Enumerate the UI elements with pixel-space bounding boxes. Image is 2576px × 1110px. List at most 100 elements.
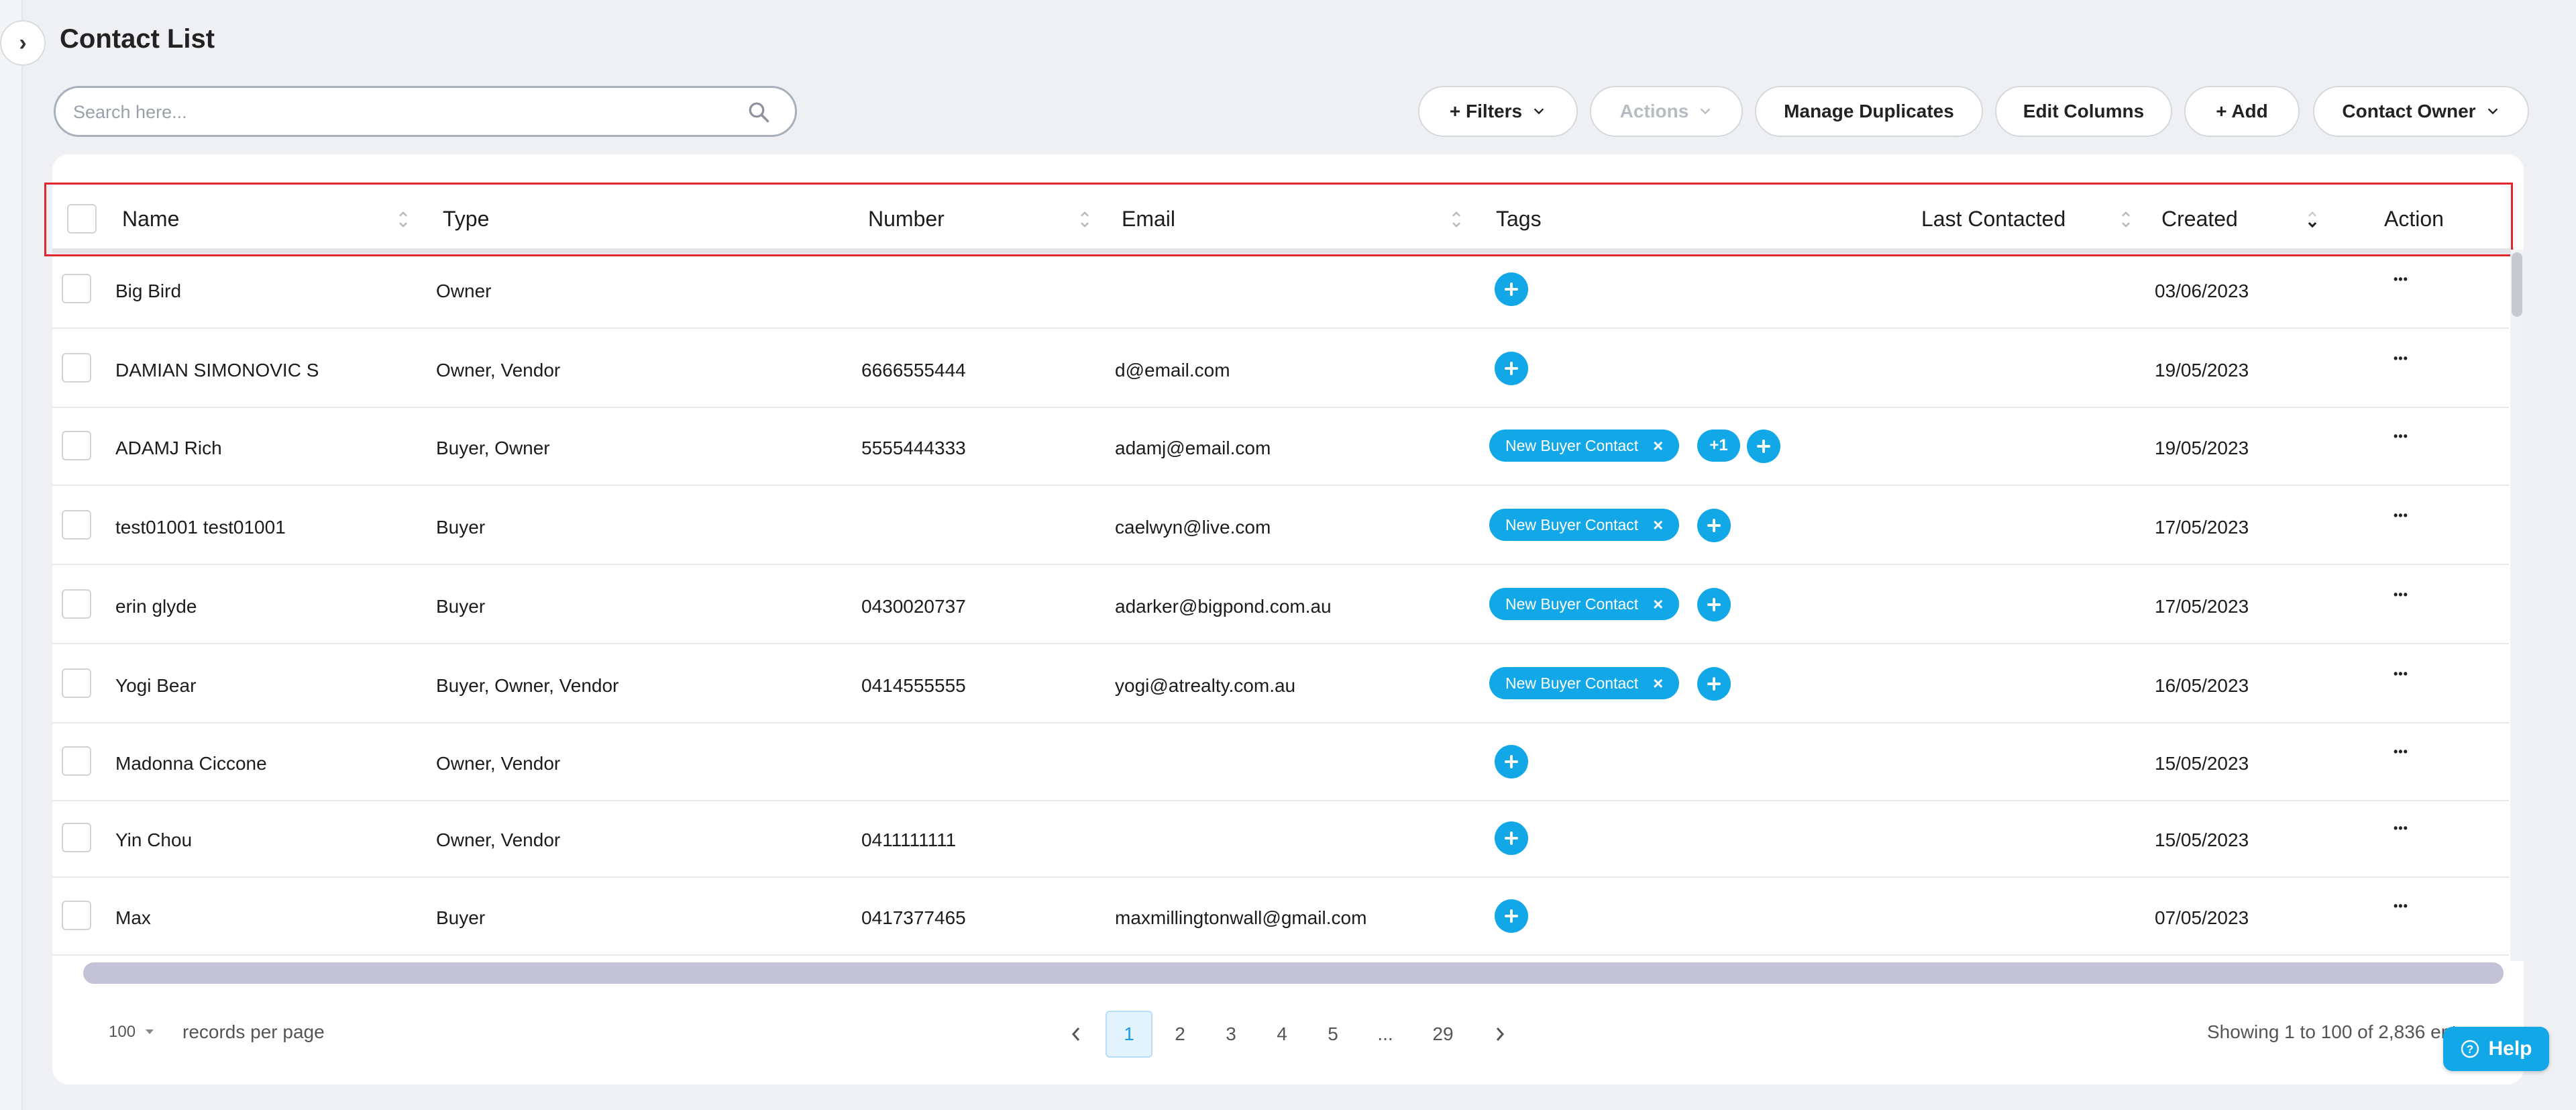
chevron-left-icon bbox=[1071, 1027, 1080, 1041]
cell-name[interactable]: Max bbox=[115, 907, 151, 929]
table-row[interactable]: Yin Chou Owner, Vendor 0411111111 15/05/202… bbox=[52, 799, 2509, 878]
help-button[interactable]: ? Help bbox=[2443, 1027, 2549, 1071]
column-header-number[interactable]: Number bbox=[868, 207, 945, 232]
close-icon[interactable]: × bbox=[1653, 515, 1663, 536]
tag-chip[interactable]: New Buyer Contact × bbox=[1489, 667, 1680, 699]
search-input[interactable] bbox=[72, 88, 745, 136]
more-horizontal-icon[interactable]: ••• bbox=[2394, 821, 2408, 835]
sidebar-toggle-button[interactable]: › bbox=[0, 20, 46, 66]
add-tag-button[interactable] bbox=[1747, 430, 1780, 463]
plus-icon bbox=[1505, 362, 1518, 375]
cell-number: 0430020737 bbox=[861, 596, 966, 617]
cell-name[interactable]: test01001 test01001 bbox=[115, 517, 286, 538]
more-horizontal-icon[interactable]: ••• bbox=[2394, 667, 2408, 680]
table-row[interactable]: erin glyde Buyer 0430020737 adarker@bigpond… bbox=[52, 565, 2509, 644]
table-row[interactable]: Max Buyer 0417377465 maxmillingtonwall@gmai… bbox=[52, 876, 2509, 956]
prev-page-button[interactable] bbox=[1056, 1011, 1096, 1058]
more-horizontal-icon[interactable]: ••• bbox=[2394, 272, 2408, 286]
more-horizontal-icon[interactable]: ••• bbox=[2394, 745, 2408, 758]
row-checkbox[interactable] bbox=[62, 901, 91, 930]
page-button-1[interactable]: 1 bbox=[1106, 1011, 1152, 1058]
cell-name[interactable]: erin glyde bbox=[115, 596, 197, 617]
add-tag-button[interactable] bbox=[1495, 352, 1528, 385]
edit-columns-button[interactable]: Edit Columns bbox=[1995, 86, 2172, 137]
search-box[interactable] bbox=[54, 86, 797, 137]
row-checkbox[interactable] bbox=[62, 589, 91, 619]
tag-chip[interactable]: New Buyer Contact × bbox=[1489, 509, 1680, 541]
close-icon[interactable]: × bbox=[1653, 594, 1663, 615]
contact-owner-button[interactable]: Contact Owner bbox=[2313, 86, 2529, 137]
row-checkbox[interactable] bbox=[62, 668, 91, 698]
tag-chip[interactable]: New Buyer Contact × bbox=[1489, 430, 1680, 462]
add-tag-button[interactable] bbox=[1495, 745, 1528, 778]
page-button-3[interactable]: 3 bbox=[1208, 1011, 1254, 1058]
add-tag-button[interactable] bbox=[1697, 509, 1731, 542]
cell-name[interactable]: Big Bird bbox=[115, 281, 181, 302]
add-contact-button[interactable]: + Add bbox=[2184, 86, 2300, 137]
add-tag-button[interactable] bbox=[1697, 667, 1731, 701]
cell-email: d@email.com bbox=[1115, 360, 1230, 381]
more-horizontal-icon[interactable]: ••• bbox=[2394, 352, 2408, 365]
sort-icon[interactable] bbox=[397, 208, 409, 231]
next-page-button[interactable] bbox=[1480, 1011, 1520, 1058]
page-button-29[interactable]: 29 bbox=[1419, 1011, 1466, 1058]
horizontal-scrollbar[interactable] bbox=[83, 962, 2504, 984]
row-checkbox[interactable] bbox=[62, 823, 91, 852]
row-checkbox[interactable] bbox=[62, 510, 91, 540]
search-icon[interactable] bbox=[747, 100, 771, 124]
table-row[interactable]: Madonna Ciccone Owner, Vendor 15/05/2023 ••… bbox=[52, 722, 2509, 801]
row-checkbox[interactable] bbox=[62, 274, 91, 303]
row-checkbox[interactable] bbox=[62, 746, 91, 776]
add-tag-button[interactable] bbox=[1495, 272, 1528, 306]
row-checkbox[interactable] bbox=[62, 431, 91, 460]
sort-desc-icon[interactable] bbox=[2306, 208, 2318, 231]
row-checkbox[interactable] bbox=[62, 353, 91, 383]
vertical-scrollbar-thumb[interactable] bbox=[2512, 252, 2522, 317]
cell-name[interactable]: Yin Chou bbox=[115, 829, 192, 851]
cell-created: 07/05/2023 bbox=[2155, 907, 2249, 928]
page-button-5[interactable]: 5 bbox=[1309, 1011, 1356, 1058]
cell-name[interactable]: Yogi Bear bbox=[115, 675, 196, 697]
tag-chip[interactable]: New Buyer Contact × bbox=[1489, 588, 1680, 620]
manage-duplicates-button[interactable]: Manage Duplicates bbox=[1755, 86, 1983, 137]
table-row[interactable]: Big Bird Owner 03/06/2023 ••• bbox=[52, 250, 2509, 329]
more-horizontal-icon[interactable]: ••• bbox=[2394, 588, 2408, 601]
cell-name[interactable]: DAMIAN SIMONOVIC S bbox=[115, 360, 319, 381]
cell-created: 16/05/2023 bbox=[2155, 675, 2249, 696]
vertical-scrollbar-track[interactable] bbox=[2510, 250, 2524, 961]
column-header-email[interactable]: Email bbox=[1122, 207, 1175, 232]
column-header-created[interactable]: Created bbox=[2161, 207, 2238, 232]
sort-icon[interactable] bbox=[1450, 208, 1462, 231]
sort-icon[interactable] bbox=[2120, 208, 2132, 231]
cell-created: 15/05/2023 bbox=[2155, 753, 2249, 774]
chevron-down-icon bbox=[1534, 108, 1544, 115]
page-button-2[interactable]: 2 bbox=[1157, 1011, 1203, 1058]
per-page-label: records per page bbox=[182, 1021, 325, 1042]
more-horizontal-icon[interactable]: ••• bbox=[2394, 509, 2408, 522]
add-tag-button[interactable] bbox=[1495, 821, 1528, 855]
cell-email: adarker@bigpond.com.au bbox=[1115, 596, 1332, 617]
add-tag-button[interactable] bbox=[1495, 899, 1528, 933]
cell-name[interactable]: Madonna Ciccone bbox=[115, 753, 267, 774]
table-row[interactable]: ADAMJ Rich Buyer, Owner 5555444333 adamj@em… bbox=[52, 407, 2509, 486]
more-tags-pill[interactable]: +1 bbox=[1697, 430, 1740, 462]
actions-button[interactable]: Actions bbox=[1590, 86, 1743, 137]
column-header-name[interactable]: Name bbox=[122, 207, 179, 232]
column-header-last-contacted[interactable]: Last Contacted bbox=[1921, 207, 2065, 232]
more-horizontal-icon[interactable]: ••• bbox=[2394, 899, 2408, 913]
select-all-checkbox[interactable] bbox=[67, 204, 97, 234]
cell-name[interactable]: ADAMJ Rich bbox=[115, 438, 222, 459]
page-button-4[interactable]: 4 bbox=[1258, 1011, 1305, 1058]
add-tag-button[interactable] bbox=[1697, 588, 1731, 621]
table-row[interactable]: test01001 test01001 Buyer caelwyn@live.com… bbox=[52, 486, 2509, 565]
records-per-page-select[interactable]: 100 bbox=[109, 1023, 154, 1042]
close-icon[interactable]: × bbox=[1653, 673, 1663, 694]
filters-button[interactable]: + Filters bbox=[1418, 86, 1578, 137]
cell-type: Buyer bbox=[436, 517, 486, 538]
column-header-type[interactable]: Type bbox=[443, 207, 489, 232]
table-row[interactable]: Yogi Bear Buyer, Owner, Vendor 0414555555 y… bbox=[52, 644, 2509, 723]
table-row[interactable]: DAMIAN SIMONOVIC S Owner, Vendor 666655544… bbox=[52, 329, 2509, 408]
more-horizontal-icon[interactable]: ••• bbox=[2394, 430, 2408, 443]
sort-icon[interactable] bbox=[1079, 208, 1091, 231]
close-icon[interactable]: × bbox=[1653, 436, 1663, 456]
